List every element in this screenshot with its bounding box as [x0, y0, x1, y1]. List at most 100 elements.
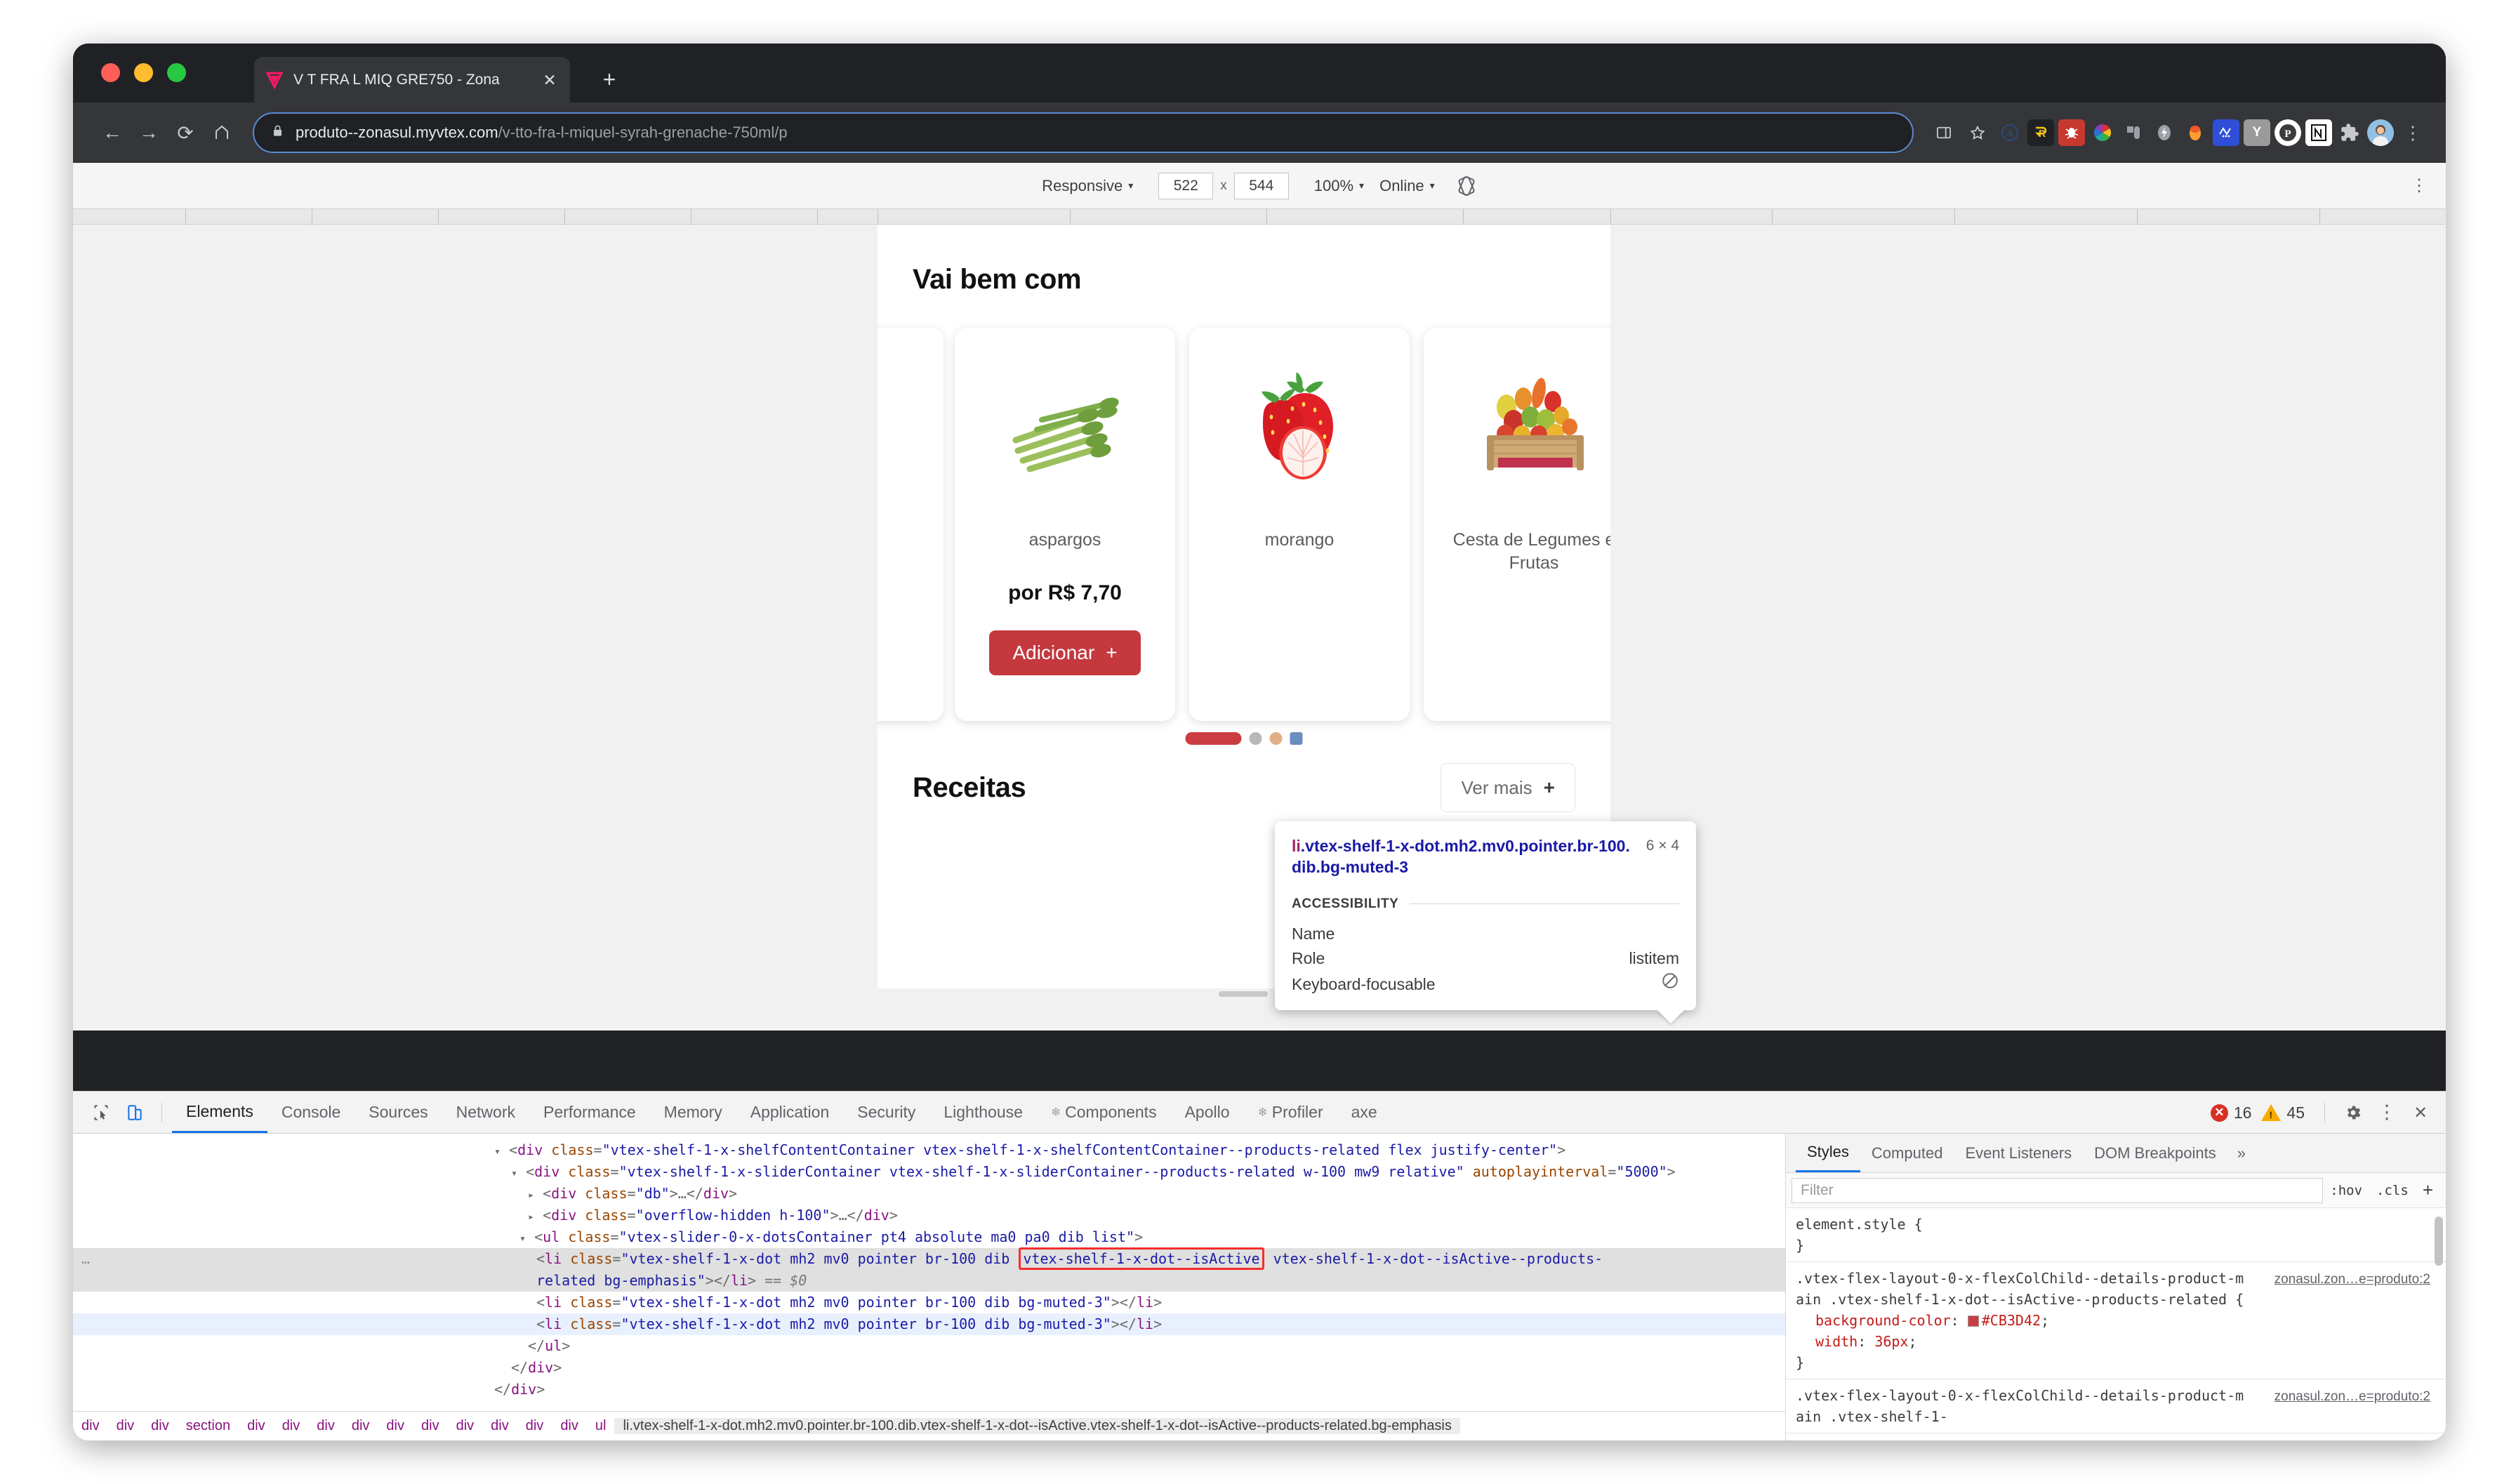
dom-line[interactable]: ▾ <ul class="vtex-slider-0-x-dotsContain…	[73, 1226, 1785, 1248]
kebab-menu-icon[interactable]: ⋮	[2371, 1097, 2402, 1128]
dom-line[interactable]: </ul>	[73, 1335, 1785, 1357]
throttling-select[interactable]: Online ▾	[1379, 177, 1435, 195]
dom-line[interactable]: <li class="vtex-shelf-1-x-dot mh2 mv0 po…	[73, 1292, 1785, 1313]
breadcrumb-item[interactable]: div	[239, 1418, 274, 1434]
notion-icon[interactable]	[2305, 119, 2332, 146]
dom-line-selected[interactable]: … <li class="vtex-shelf-1-x-dot mh2 mv0 …	[73, 1247, 1785, 1292]
slider-dot[interactable]	[1290, 732, 1303, 745]
tab-computed[interactable]: Computed	[1860, 1134, 1954, 1172]
tab-event-listeners[interactable]: Event Listeners	[1954, 1134, 2083, 1172]
breadcrumb-item[interactable]: ul	[587, 1418, 615, 1434]
blue-check-icon[interactable]	[2213, 119, 2239, 146]
lightning-icon[interactable]	[2151, 119, 2178, 146]
expand-triangle-icon[interactable]: ▾	[494, 1145, 501, 1158]
new-tab-button[interactable]: +	[594, 65, 625, 95]
tab-apollo[interactable]: Apollo	[1171, 1092, 1244, 1133]
warning-count-badge[interactable]: 45	[2261, 1104, 2305, 1122]
dom-line[interactable]: </div>	[73, 1357, 1785, 1379]
tab-axe[interactable]: axe	[1337, 1092, 1391, 1133]
close-window-button[interactable]	[101, 63, 120, 82]
add-to-cart-button[interactable]: Adicionar +	[989, 630, 1141, 675]
dom-line-hovered[interactable]: <li class="vtex-shelf-1-x-dot mh2 mv0 po…	[73, 1313, 1785, 1335]
dom-line[interactable]: </div>	[73, 1379, 1785, 1400]
filter-input[interactable]: Filter	[1792, 1177, 2324, 1203]
color-swatch[interactable]	[1967, 1316, 1979, 1327]
dom-line[interactable]: ▾ <div class="vtex-shelf-1-x-sliderConta…	[73, 1161, 1785, 1183]
see-more-button[interactable]: Ver mais +	[1441, 763, 1575, 812]
rotate-icon[interactable]	[1456, 175, 1477, 197]
y-icon[interactable]: Y	[2244, 119, 2270, 146]
breadcrumb-item[interactable]: div	[378, 1418, 413, 1434]
slider-dot[interactable]	[1249, 732, 1262, 745]
tab-styles[interactable]: Styles	[1796, 1134, 1860, 1172]
tab-security[interactable]: Security	[843, 1092, 929, 1133]
back-icon[interactable]: ←	[94, 114, 131, 151]
tab-network[interactable]: Network	[442, 1092, 529, 1133]
breadcrumb-item[interactable]: div	[552, 1418, 587, 1434]
stylesheet-source-link[interactable]: zonasul.zon…e=produto:2	[2275, 1386, 2430, 1407]
breadcrumb-item[interactable]: div	[413, 1418, 448, 1434]
breadcrumb-item[interactable]: div	[73, 1418, 108, 1434]
breadcrumb-item[interactable]: div	[308, 1418, 343, 1434]
styles-scrollbar[interactable]	[2435, 1217, 2443, 1266]
breadcrumb-item[interactable]: section	[178, 1418, 239, 1434]
more-tabs-icon[interactable]: »	[2227, 1144, 2256, 1162]
pinterest-icon[interactable]: P	[2275, 119, 2301, 146]
notion-clip-icon[interactable]	[2120, 119, 2147, 146]
product-card[interactable]: Cesta de Legumes e Frutas	[1424, 328, 1610, 721]
reload-icon[interactable]: ⟳	[167, 114, 204, 151]
breadcrumb-item[interactable]: div	[517, 1418, 552, 1434]
class-toggle-button[interactable]: .cls	[2369, 1183, 2416, 1198]
style-rule-element-style[interactable]: element.style { }	[1786, 1208, 2446, 1262]
device-toolbar-icon[interactable]	[118, 1096, 152, 1129]
device-toolbar-kebab-icon[interactable]: ⋮	[2411, 176, 2428, 194]
dom-line[interactable]: ▸ <div class="db">…</div>	[73, 1183, 1785, 1205]
dom-line[interactable]: ▾ <div class="vtex-shelf-1-x-shelfConten…	[73, 1139, 1785, 1161]
bug-icon[interactable]	[2058, 119, 2085, 146]
tab-console[interactable]: Console	[267, 1092, 355, 1133]
breadcrumb-item[interactable]: div	[482, 1418, 517, 1434]
viewport-height-input[interactable]: 544	[1233, 172, 1289, 199]
breadcrumb-item[interactable]: div	[448, 1418, 483, 1434]
collapse-triangle-icon[interactable]: ▸	[528, 1210, 534, 1223]
product-card[interactable]: aspargos por R$ 7,70 Adicionar +	[955, 328, 1175, 721]
rule-property-background-color[interactable]: background-color: #CB3D42;	[1796, 1310, 2436, 1331]
product-card[interactable]: morango	[1189, 328, 1410, 721]
breadcrumb-item[interactable]: div	[108, 1418, 143, 1434]
viewport-width-input[interactable]: 522	[1158, 172, 1214, 199]
settings-gear-icon[interactable]	[2338, 1097, 2369, 1128]
slider-dot-active[interactable]	[1185, 732, 1242, 745]
orange-blob-icon[interactable]	[2182, 119, 2209, 146]
style-rule-is-active[interactable]: zonasul.zon…e=produto:2 .vtex-flex-layou…	[1786, 1262, 2446, 1379]
error-count-badge[interactable]: ✕ 16	[2210, 1104, 2251, 1122]
browser-tab[interactable]: V T FRA L MIQ GRE750 - Zona ✕	[254, 57, 570, 102]
slider-dot[interactable]	[1269, 732, 1283, 745]
slider-dots[interactable]	[1185, 732, 1303, 745]
zoom-select[interactable]: 100% ▾	[1314, 177, 1364, 195]
breadcrumb-item-selected[interactable]: li.vtex-shelf-1-x-dot.mh2.mv0.pointer.br…	[614, 1418, 1460, 1434]
home-icon[interactable]	[204, 114, 240, 151]
breadcrumb-item[interactable]: div	[343, 1418, 378, 1434]
breadcrumb-item[interactable]: div	[143, 1418, 178, 1434]
tab-application[interactable]: Application	[736, 1092, 844, 1133]
tab-performance[interactable]: Performance	[529, 1092, 650, 1133]
close-icon[interactable]: ✕	[2405, 1097, 2436, 1128]
minimize-window-button[interactable]	[134, 63, 153, 82]
device-select[interactable]: Responsive ▾	[1042, 177, 1133, 195]
expand-triangle-icon[interactable]: ▾	[511, 1167, 517, 1179]
tab-elements[interactable]: Elements	[172, 1092, 267, 1133]
puzzle-extensions-icon[interactable]	[2336, 119, 2363, 146]
avatar-icon[interactable]	[2367, 119, 2394, 146]
tab-components[interactable]: ❄ Components	[1037, 1092, 1171, 1133]
breadcrumb-item[interactable]: div	[274, 1418, 309, 1434]
annotate-icon[interactable]: A	[1997, 119, 2023, 146]
close-icon[interactable]: ✕	[539, 69, 560, 91]
style-rule-partial[interactable]: zonasul.zon…e=produto:2 .vtex-flex-layou…	[1786, 1379, 2446, 1433]
hover-state-button[interactable]: :hov	[2323, 1183, 2369, 1198]
dom-line[interactable]: ▸ <div class="overflow-hidden h-100">…</…	[73, 1205, 1785, 1226]
rule-property-width[interactable]: width: 36px;	[1796, 1331, 2436, 1352]
tab-sources[interactable]: Sources	[355, 1092, 442, 1133]
expand-triangle-icon[interactable]: ▾	[519, 1232, 526, 1245]
tab-dom-breakpoints[interactable]: DOM Breakpoints	[2083, 1134, 2227, 1172]
new-style-rule-button[interactable]: +	[2416, 1179, 2440, 1201]
